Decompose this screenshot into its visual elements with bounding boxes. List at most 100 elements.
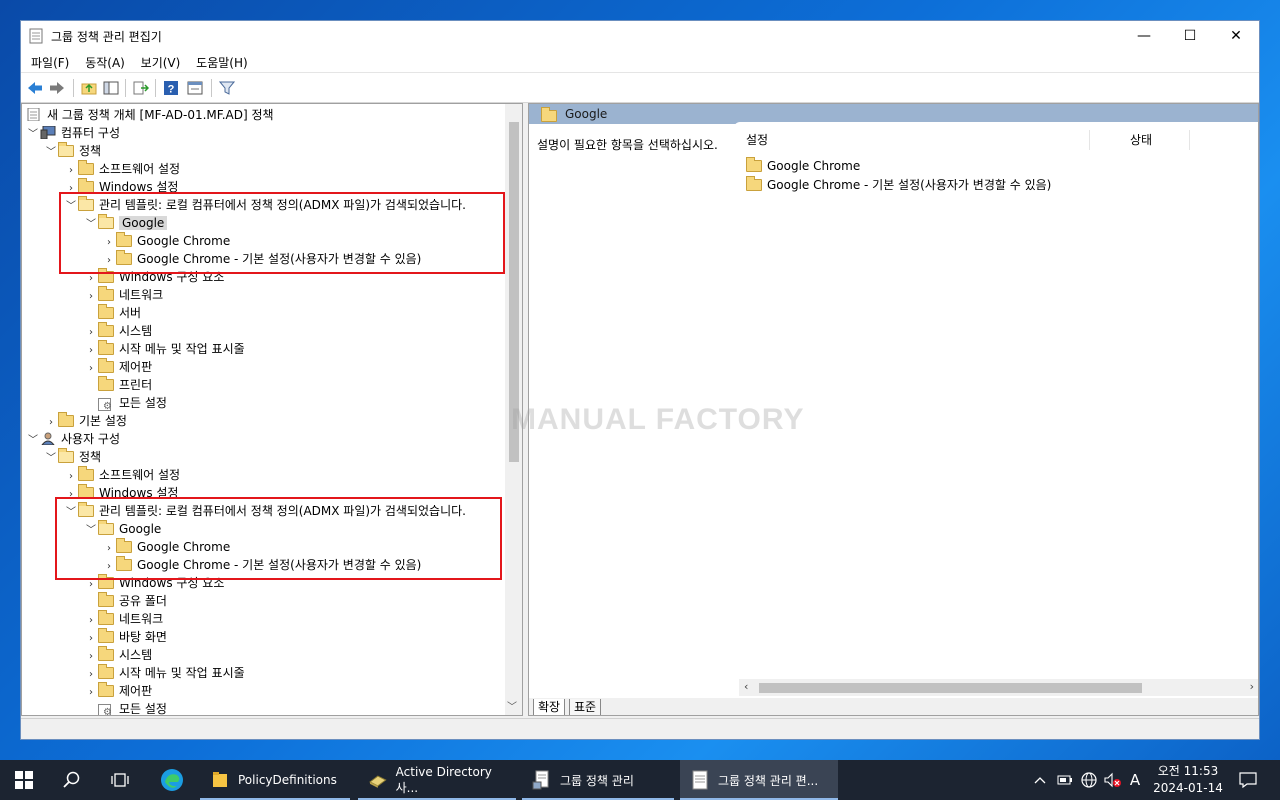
tree-item-computer-control-panel[interactable]: › 제어판 <box>84 358 152 376</box>
tree-item-user-system[interactable]: › 시스템 <box>84 646 152 664</box>
chevron-down-icon[interactable]: ﹀ <box>44 450 58 468</box>
status-bar <box>21 718 1259 739</box>
menu-bar: 파일(F) 동작(A) 보기(V) 도움말(H) <box>21 51 1259 73</box>
windows-logo-icon <box>15 771 33 789</box>
highlight-box-user <box>55 497 502 580</box>
task-view-button[interactable] <box>96 760 144 800</box>
tree-item-user-network[interactable]: › 네트워크 <box>84 610 163 628</box>
tree-item-computer-start-menu[interactable]: › 시작 메뉴 및 작업 표시줄 <box>84 340 245 358</box>
svg-text:?: ? <box>168 84 175 96</box>
column-separator[interactable] <box>1189 130 1190 150</box>
menu-file[interactable]: 파일(F) <box>25 51 75 74</box>
tree-item-computer-preferences[interactable]: › 기본 설정 <box>44 412 127 430</box>
notification-center-button[interactable] <box>1232 760 1264 800</box>
search-button[interactable] <box>48 760 96 800</box>
folder-icon <box>98 358 114 373</box>
menu-view[interactable]: 보기(V) <box>135 51 187 74</box>
tree-item-computer-system[interactable]: › 시스템 <box>84 322 152 340</box>
tree-item-user-config[interactable]: ﹀ 사용자 구성 <box>26 430 120 448</box>
tree-pane[interactable]: 새 그룹 정책 개체 [MF-AD-01.MF.AD] 정책 ﹀ 컴퓨터 구성 ﹀… <box>21 103 523 716</box>
tree-item-computer-config[interactable]: ﹀ 컴퓨터 구성 <box>26 124 120 142</box>
list-item[interactable]: Google Chrome - 기본 설정(사용자가 변경할 수 있음) <box>746 176 1051 195</box>
chevron-down-icon[interactable]: ﹀ <box>44 144 58 162</box>
start-button[interactable] <box>0 760 48 800</box>
tree-label: 새 그룹 정책 개체 [MF-AD-01.MF.AD] 정책 <box>47 108 274 122</box>
tab-standard[interactable]: 표준 <box>569 699 602 715</box>
chevron-right-icon[interactable]: › <box>1250 680 1254 693</box>
show-hidden-icons-button[interactable] <box>1030 760 1050 800</box>
close-button[interactable]: ✕ <box>1213 21 1259 51</box>
scrollbar-thumb[interactable] <box>759 683 1142 693</box>
active-directory-icon <box>369 775 387 788</box>
tree-label: 공유 폴더 <box>119 594 167 608</box>
tree-item-user-all-settings[interactable]: 모든 설정 <box>84 700 167 715</box>
ime-indicator[interactable]: A <box>1126 760 1144 800</box>
horizontal-scrollbar[interactable]: ‹ › <box>739 679 1258 696</box>
clock[interactable]: 오전 11:53 2024-01-14 <box>1148 763 1228 797</box>
column-header-setting[interactable]: 설정 <box>746 126 768 154</box>
chevron-down-icon[interactable]: ﹀ <box>507 698 517 713</box>
tree-item-user-shared-folders[interactable]: 공유 폴더 <box>84 592 167 610</box>
chevron-down-icon[interactable]: ﹀ <box>26 126 40 144</box>
tab-extended[interactable]: 확장 <box>533 699 566 715</box>
forward-arrow-icon[interactable] <box>47 78 67 98</box>
tree-item-root[interactable]: 새 그룹 정책 개체 [MF-AD-01.MF.AD] 정책 <box>26 106 274 124</box>
filter-icon[interactable] <box>217 78 237 98</box>
export-list-icon[interactable] <box>131 78 151 98</box>
menu-action[interactable]: 동작(A) <box>79 51 131 74</box>
tree-label: 시작 메뉴 및 작업 표시줄 <box>119 342 245 356</box>
tree-item-computer-policies[interactable]: ﹀ 정책 <box>44 142 101 160</box>
toolbar-separator <box>211 79 212 97</box>
chevron-left-icon[interactable]: ‹ <box>744 680 748 693</box>
settings-list[interactable]: 설정 상태 Google Chrome Google Chrome - 기본 설… <box>734 122 1258 682</box>
taskbar-app-gp-management[interactable]: 그룹 정책 관리 <box>522 760 674 800</box>
taskbar-app-label: 그룹 정책 관리 편... <box>718 773 819 788</box>
properties-icon[interactable] <box>185 78 205 98</box>
tree-item-user-policies[interactable]: ﹀ 정책 <box>44 448 101 466</box>
tree-label: 사용자 구성 <box>61 432 121 446</box>
tree-label: 바탕 화면 <box>119 630 167 644</box>
column-header-state[interactable]: 상태 <box>1130 126 1152 154</box>
list-item[interactable]: Google Chrome <box>746 157 860 176</box>
folder-icon <box>78 160 94 175</box>
tree-item-user-control-panel[interactable]: › 제어판 <box>84 682 152 700</box>
back-arrow-icon[interactable] <box>25 78 45 98</box>
network-tray-button[interactable] <box>1078 760 1100 800</box>
tree-item-computer-network[interactable]: › 네트워크 <box>84 286 163 304</box>
tree-item-computer-printers[interactable]: 프린터 <box>84 376 152 394</box>
taskbar-app-active-directory[interactable]: Active Directory 사... <box>358 760 516 800</box>
taskbar-app-gp-editor[interactable]: 그룹 정책 관리 편... <box>680 760 838 800</box>
tree-item-user-start-menu[interactable]: › 시작 메뉴 및 작업 표시줄 <box>84 664 245 682</box>
tree-label: 모든 설정 <box>119 396 167 410</box>
folder-icon <box>98 610 114 625</box>
help-icon[interactable]: ? <box>161 78 181 98</box>
folder-icon <box>58 412 74 427</box>
battery-tray-button[interactable] <box>1054 760 1076 800</box>
tree-label: 시스템 <box>119 324 153 338</box>
up-folder-icon[interactable] <box>79 78 99 98</box>
list-item-label: Google Chrome <box>767 159 861 173</box>
column-separator[interactable] <box>1089 130 1090 150</box>
menu-help[interactable]: 도움말(H) <box>190 51 254 74</box>
taskbar-app-policydefinitions[interactable]: PolicyDefinitions <box>200 760 350 800</box>
view-tabs: 확장 표준 <box>529 698 1258 715</box>
watermark: MANUAL FACTORY <box>511 403 805 436</box>
tree-item-user-desktop[interactable]: › 바탕 화면 <box>84 628 167 646</box>
tree-label: 정책 <box>79 144 102 158</box>
tree-label: 시스템 <box>119 648 153 662</box>
title-bar[interactable]: 그룹 정책 관리 편집기 — ☐ ✕ <box>21 21 1259 51</box>
tree-item-computer-server[interactable]: 서버 <box>84 304 141 322</box>
taskbar: PolicyDefinitions Active Directory 사... … <box>0 760 1280 800</box>
tree-item-computer-all-settings[interactable]: 모든 설정 <box>84 394 167 416</box>
tree-item-computer-software[interactable]: › 소프트웨어 설정 <box>64 160 180 178</box>
show-hide-tree-icon[interactable] <box>101 78 121 98</box>
tree-label: 시작 메뉴 및 작업 표시줄 <box>119 666 245 680</box>
minimize-button[interactable]: — <box>1121 21 1167 51</box>
volume-tray-button[interactable] <box>1102 760 1124 800</box>
chevron-down-icon[interactable]: ﹀ <box>26 432 40 450</box>
folder-icon <box>98 304 114 319</box>
tree-label: 소프트웨어 설정 <box>99 468 181 482</box>
maximize-button[interactable]: ☐ <box>1167 21 1213 51</box>
edge-browser-button[interactable] <box>148 760 196 800</box>
tree-item-user-software[interactable]: › 소프트웨어 설정 <box>64 466 180 484</box>
